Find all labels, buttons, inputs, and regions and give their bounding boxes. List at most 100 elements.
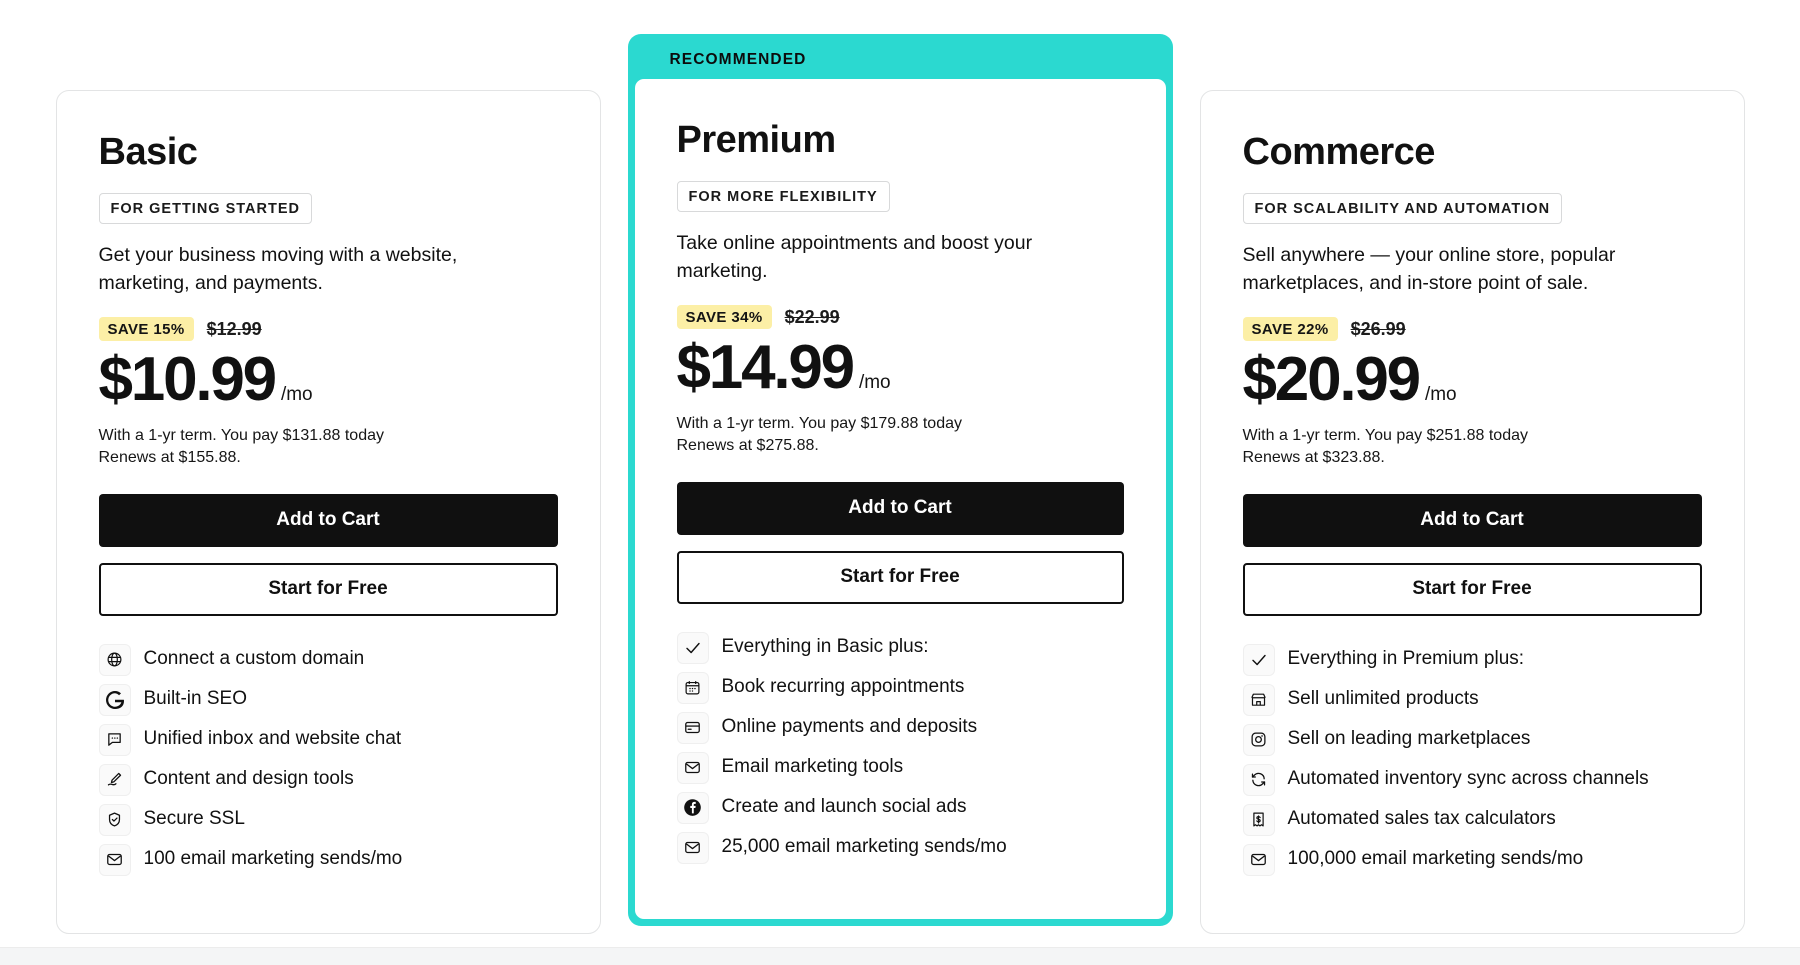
plan-name-premium: Premium [676,119,837,161]
feature-label: Everything in Premium plus: [1287,648,1525,670]
feature-item: Automated inventory sync across channels [1242,763,1702,796]
plan-tagline-premium: FOR MORE FLEXIBILITY [676,180,890,212]
feature-label: 100 email marketing sends/mo [143,848,403,870]
tagline-wrap-premium: FOR MORE FLEXIBILITY [676,180,1124,212]
discount-row-premium: SAVE 34% $22.99 [676,305,1124,330]
globe-icon [98,643,131,676]
renew-line-premium: Renews at $275.88. [676,436,819,454]
facebook-icon [676,791,709,824]
pricing-card-basic: Basic FOR GETTING STARTED Get your busines… [55,34,601,934]
check-icon [676,631,709,664]
feature-label: Create and launch social ads [721,796,967,818]
tagline-wrap-commerce: FOR SCALABILITY AND AUTOMATION [1242,192,1702,224]
recommended-banner: RECOMMENDED [628,34,1173,86]
feature-list-commerce: Everything in Premium plus: Sell unlimite… [1242,643,1702,876]
footer-strip [0,947,1800,965]
original-price-premium: $22.99 [784,306,840,327]
feature-item: 25,000 email marketing sends/mo [676,831,1124,864]
plan-tagline-basic: FOR GETTING STARTED [98,192,313,224]
feature-list-premium: Everything in Basic plus: Book recurring … [676,631,1124,864]
feature-item: Unified inbox and website chat [98,723,558,756]
feature-list-basic: Connect a custom domain Built-in SEO Unifi… [98,643,558,876]
add-to-cart-button-commerce[interactable]: Add to Cart [1242,493,1702,547]
term-line-premium: With a 1-yr term. You pay $179.88 today [676,415,963,433]
feature-item: Create and launch social ads [676,791,1124,824]
calendar-icon [676,671,709,704]
start-for-free-button-commerce[interactable]: Start for Free [1242,562,1702,616]
card-body-commerce: Commerce FOR SCALABILITY AND AUTOMATION Se… [1199,90,1745,934]
storefront-icon [1242,683,1275,716]
pricing-card-list: Basic FOR GETTING STARTED Get your busines… [0,0,1800,947]
term-line-basic: With a 1-yr term. You pay $131.88 today [98,427,385,445]
save-badge-premium: SAVE 34% [676,305,772,330]
feature-label: Automated inventory sync across channels [1287,768,1649,790]
feature-item: Everything in Premium plus: [1242,643,1702,676]
add-to-cart-button-basic[interactable]: Add to Cart [98,493,558,547]
original-price-commerce: $26.99 [1350,318,1406,339]
feature-label: Automated sales tax calculators [1287,808,1556,830]
save-badge-basic: SAVE 15% [98,317,194,342]
term-line-commerce: With a 1-yr term. You pay $251.88 today [1242,427,1529,445]
plan-name-commerce: Commerce [1242,131,1436,173]
discount-row-commerce: SAVE 22% $26.99 [1242,317,1702,342]
feature-label: Sell on leading marketplaces [1287,728,1531,750]
credit-card-icon [676,711,709,744]
pricing-card-premium: RECOMMENDED Premium FOR MORE FLEXIBILITY Ta… [627,34,1173,926]
start-for-free-button-basic[interactable]: Start for Free [98,562,558,616]
google-g-icon [98,683,131,716]
recommended-shell: Premium FOR MORE FLEXIBILITY Take online a… [627,34,1173,926]
shield-check-icon [98,803,131,836]
price-row-commerce: $20.99/mo [1243,347,1702,412]
plan-description-commerce: Sell anywhere — your online store, popul… [1242,243,1616,294]
plan-name-basic: Basic [98,131,198,173]
price-fineprint-premium: With a 1-yr term. You pay $179.88 today R… [677,413,1124,456]
feature-item: Content and design tools [98,763,558,796]
pricing-page: Basic FOR GETTING STARTED Get your busines… [0,0,1800,965]
feature-label: Built-in SEO [143,688,247,710]
original-price-basic: $12.99 [206,318,262,339]
envelope-icon [676,751,709,784]
feature-label: Connect a custom domain [143,648,365,670]
feature-item: Sell unlimited products [1242,683,1702,716]
price-fineprint-basic: With a 1-yr term. You pay $131.88 today R… [99,425,558,468]
feature-label: Everything in Basic plus: [721,636,929,658]
price-amount-commerce: $20.99 [1242,345,1422,415]
feature-label: Online payments and deposits [721,716,978,738]
price-period-commerce: /mo [1424,384,1457,406]
sync-icon [1242,763,1275,796]
envelope-icon [676,831,709,864]
pricing-card-commerce: Commerce FOR SCALABILITY AND AUTOMATION Se… [1199,34,1745,934]
feature-label: Email marketing tools [721,756,904,778]
feature-label: Secure SSL [143,808,245,830]
feature-item: Secure SSL [98,803,558,836]
start-for-free-button-premium[interactable]: Start for Free [676,550,1124,604]
plan-tagline-commerce: FOR SCALABILITY AND AUTOMATION [1242,192,1563,224]
plan-description-basic: Get your business moving with a website,… [98,243,458,294]
add-to-cart-button-premium[interactable]: Add to Cart [676,481,1124,535]
price-period-basic: /mo [280,384,313,406]
feature-item: Online payments and deposits [676,711,1124,744]
feature-item: Connect a custom domain [98,643,558,676]
recommended-label: RECOMMENDED [669,51,807,68]
card-body-premium: Premium FOR MORE FLEXIBILITY Take online a… [634,79,1166,919]
feature-label: 100,000 email marketing sends/mo [1287,848,1584,870]
tagline-wrap-basic: FOR GETTING STARTED [98,192,558,224]
feature-label: Content and design tools [143,768,354,790]
envelope-icon [1242,843,1275,876]
price-amount-premium: $14.99 [676,333,856,403]
feature-label: Book recurring appointments [721,676,965,698]
feature-item: Automated sales tax calculators [1242,803,1702,836]
price-amount-basic: $10.99 [98,345,278,415]
price-fineprint-commerce: With a 1-yr term. You pay $251.88 today R… [1243,425,1702,468]
envelope-icon [98,843,131,876]
tax-receipt-icon [1242,803,1275,836]
discount-row-basic: SAVE 15% $12.99 [98,317,558,342]
price-row-premium: $14.99/mo [677,335,1124,400]
plan-description-premium: Take online appointments and boost your … [676,231,1033,282]
price-row-basic: $10.99/mo [99,347,558,412]
feature-item: Book recurring appointments [676,671,1124,704]
renew-line-commerce: Renews at $323.88. [1242,448,1385,466]
renew-line-basic: Renews at $155.88. [98,448,241,466]
feature-item: Built-in SEO [98,683,558,716]
instagram-icon [1242,723,1275,756]
